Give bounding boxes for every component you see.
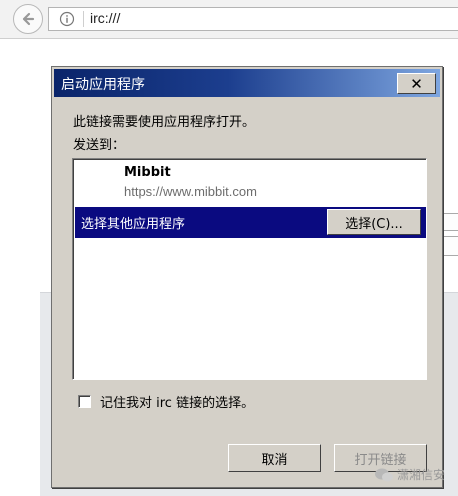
choose-other-label: 选择其他应用程序 (81, 217, 186, 232)
app-name: Mibbit (124, 165, 171, 180)
back-arrow-icon (22, 12, 35, 26)
url-bar[interactable]: irc:/// (48, 7, 458, 31)
dialog-title: 启动应用程序 (61, 77, 145, 93)
launch-application-dialog: 启动应用程序 ✕ 此链接需要使用应用程序打开。 发送到： Mibbit http… (51, 66, 443, 488)
dialog-message: 此链接需要使用应用程序打开。 (73, 115, 256, 130)
browser-toolbar: irc:/// (0, 0, 458, 39)
watermark-text: 潇湘信安 (397, 468, 446, 482)
url-separator (83, 11, 84, 27)
cancel-button[interactable]: 取消 (228, 444, 321, 472)
url-text[interactable]: irc:/// (90, 10, 120, 26)
app-url: https://www.mibbit.com (124, 184, 257, 199)
page-edge-element (443, 236, 458, 256)
info-icon[interactable] (59, 11, 75, 27)
send-to-label: 发送到： (73, 138, 126, 153)
list-item-choose-other[interactable]: 选择其他应用程序 选择(C)... (75, 207, 426, 238)
dialog-titlebar[interactable]: 启动应用程序 ✕ (54, 69, 440, 97)
remember-checkbox[interactable] (78, 394, 91, 408)
remember-choice-row[interactable]: 记住我对 irc 链接的选择。 (78, 391, 254, 411)
back-button[interactable] (13, 4, 43, 34)
watermark: 潇湘信安 (374, 466, 445, 483)
application-list[interactable]: Mibbit https://www.mibbit.com 选择其他应用程序 选… (72, 158, 427, 380)
page-edge-element (443, 213, 458, 231)
close-icon: ✕ (410, 74, 423, 93)
choose-button[interactable]: 选择(C)... (327, 209, 421, 235)
remember-label[interactable]: 记住我对 irc 链接的选择。 (100, 392, 254, 411)
wechat-logo-icon (375, 468, 393, 481)
close-button[interactable]: ✕ (397, 73, 436, 94)
